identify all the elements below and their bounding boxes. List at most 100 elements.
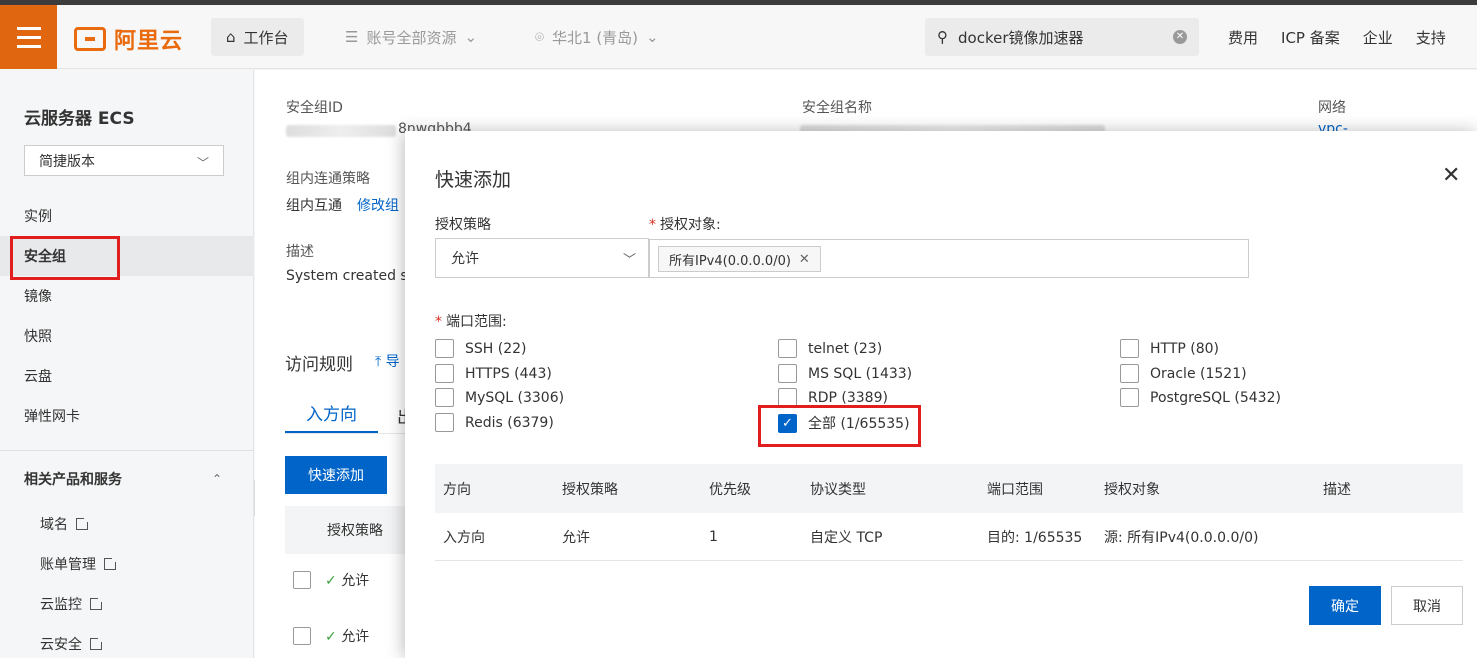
sidebar-item-eni[interactable]: 弹性网卡 [0,396,254,436]
checkbox[interactable] [435,388,454,407]
top-link-enterprise[interactable]: 企业 [1363,27,1393,48]
aliyun-logo[interactable]: 阿里云 [74,23,183,55]
row-checkbox[interactable] [293,627,311,645]
quick-add-button[interactable]: 快速添加 [285,456,387,494]
top-link-support[interactable]: 支持 [1416,27,1446,48]
console-topbar: 阿里云 ⌂ 工作台 ☰ 账号全部资源 ⌄ ⌾ 华北1 (青岛) ⌄ ⚲ dock… [0,5,1477,69]
port-option-mysql[interactable]: MySQL (3306) [435,388,564,407]
sidebar-sub-label: 账单管理 [40,557,96,573]
confirm-button[interactable]: 确定 [1309,586,1381,625]
search-icon: ⚲ [937,28,948,46]
top-link-icp[interactable]: ICP 备案 [1281,27,1340,48]
sidebar-item-instances[interactable]: 实例 [0,196,254,236]
checkbox-checked[interactable]: ✓ [778,413,797,433]
checkbox[interactable] [435,364,454,383]
cell-direction: 入方向 [443,529,485,546]
table-row: 入方向 允许 1 自定义 TCP 目的: 1/65535 源: 所有IPv4(0… [435,513,1463,561]
sidebar-item-label: 实例 [24,209,52,225]
external-link-icon [90,636,104,650]
checkbox[interactable] [435,339,454,358]
cell-port-range: 目的: 1/65535 [987,529,1083,546]
checkbox[interactable] [1120,339,1139,358]
check-circle-icon: ✓ [325,573,337,589]
port-option-postgresql[interactable]: PostgreSQL (5432) [1120,388,1281,407]
port-option-label: 全部 (1/65535) [808,416,910,432]
target-tag: 所有IPv4(0.0.0.0/0) ✕ [658,246,821,272]
sidebar-sub-monitor[interactable]: 云监控 [40,594,104,614]
sidebar-sub-label: 云安全 [40,637,82,653]
col-policy: 授权策略 [562,481,618,498]
cell-priority: 1 [709,528,718,545]
global-search-input[interactable]: ⚲ docker镜像加速器 ✕ [925,18,1199,56]
port-option-all[interactable]: ✓ 全部 (1/65535) [778,413,910,433]
target-input[interactable]: 所有IPv4(0.0.0.0/0) ✕ [649,239,1249,278]
sidebar-divider [0,450,254,451]
port-option-https[interactable]: HTTPS (443) [435,364,552,383]
sidebar-sub-billing[interactable]: 账单管理 [40,554,118,574]
top-link-fee[interactable]: 费用 [1228,27,1258,48]
tag-remove-icon[interactable]: ✕ [799,252,810,267]
checkbox[interactable] [778,364,797,383]
port-option-telnet[interactable]: telnet (23) [778,339,882,358]
cell-policy: 允许 [562,529,590,546]
sidebar-item-label: 安全组 [24,249,66,265]
port-option-oracle[interactable]: Oracle (1521) [1120,364,1247,383]
sg-name-label: 安全组名称 [802,100,872,116]
check-circle-icon: ✓ [325,629,337,645]
workbench-label: 工作台 [243,28,289,47]
sidebar-sub-domain[interactable]: 域名 [40,514,90,534]
sidebar-sub-security[interactable]: 云安全 [40,634,104,654]
rule-policy: ✓ 允许 [325,570,369,590]
checkbox[interactable] [435,413,454,432]
port-option-http[interactable]: HTTP (80) [1120,339,1219,358]
rule-policy-value: 允许 [341,629,370,645]
policy-label: 授权策略 [435,217,491,233]
port-option-rdp[interactable]: RDP (3389) [778,388,888,407]
tab-inbound[interactable]: 入方向 [285,400,378,434]
close-icon[interactable]: ✕ [1442,163,1460,188]
row-checkbox[interactable] [293,571,311,589]
port-option-label: MS SQL (1433) [808,365,913,382]
port-option-mssql[interactable]: MS SQL (1433) [778,364,912,383]
sidebar-item-images[interactable]: 镜像 [0,276,254,316]
region-dropdown[interactable]: ⌾ 华北1 (青岛) ⌄ [520,18,674,56]
target-tag-label: 所有IPv4(0.0.0.0/0) [669,253,791,269]
col-description: 描述 [1323,481,1351,498]
sidebar-item-snapshots[interactable]: 快照 [0,316,254,356]
port-option-ssh[interactable]: SSH (22) [435,339,527,358]
policy-select[interactable]: 允许 ﹀ [435,238,649,278]
chevron-down-icon: ﹀ [622,253,636,268]
conn-policy-modify-link[interactable]: 修改组 [357,195,399,215]
sidebar-item-disks[interactable]: 云盘 [0,356,254,396]
version-value: 简捷版本 [39,153,95,170]
workbench-button[interactable]: ⌂ 工作台 [211,18,304,56]
required-mark: * [435,314,442,330]
sidebar-item-label: 快照 [24,329,52,345]
port-option-label: telnet (23) [808,340,883,357]
checkbox[interactable] [778,388,797,407]
target-label: * 授权对象: [649,214,721,234]
sg-id-redacted [286,125,396,137]
rule-policy: ✓ 允许 [325,626,369,646]
hamburger-menu-icon[interactable] [0,5,57,69]
checkbox[interactable] [1120,388,1139,407]
top-links: 费用 ICP 备案 企业 支持 [1228,27,1446,48]
col-protocol: 协议类型 [810,481,866,498]
chevron-down-icon: ⌄ [464,28,478,46]
checkbox[interactable] [778,339,797,358]
related-products-header[interactable]: 相关产品和服务 [24,469,122,489]
cancel-button[interactable]: 取消 [1391,586,1463,625]
sidebar-item-security-group[interactable]: 安全组 [0,236,254,276]
port-option-redis[interactable]: Redis (6379) [435,413,554,432]
checkbox[interactable] [1120,364,1139,383]
policy-value: 允许 [451,251,479,267]
description-value: System created se [286,268,417,284]
chevron-up-icon[interactable]: ⌃ [212,472,222,486]
resource-icon: ☰ [345,28,359,46]
import-rules-link[interactable]: ⤒ 导 [375,351,400,371]
version-select[interactable]: 简捷版本 ﹀ [24,145,224,176]
account-resources-dropdown[interactable]: ☰ 账号全部资源 ⌄ [330,18,492,56]
port-option-label: PostgreSQL (5432) [1150,389,1281,406]
preview-table-header: 方向 授权策略 优先级 协议类型 端口范围 授权对象 描述 [435,464,1463,513]
clear-icon[interactable]: ✕ [1173,30,1187,44]
